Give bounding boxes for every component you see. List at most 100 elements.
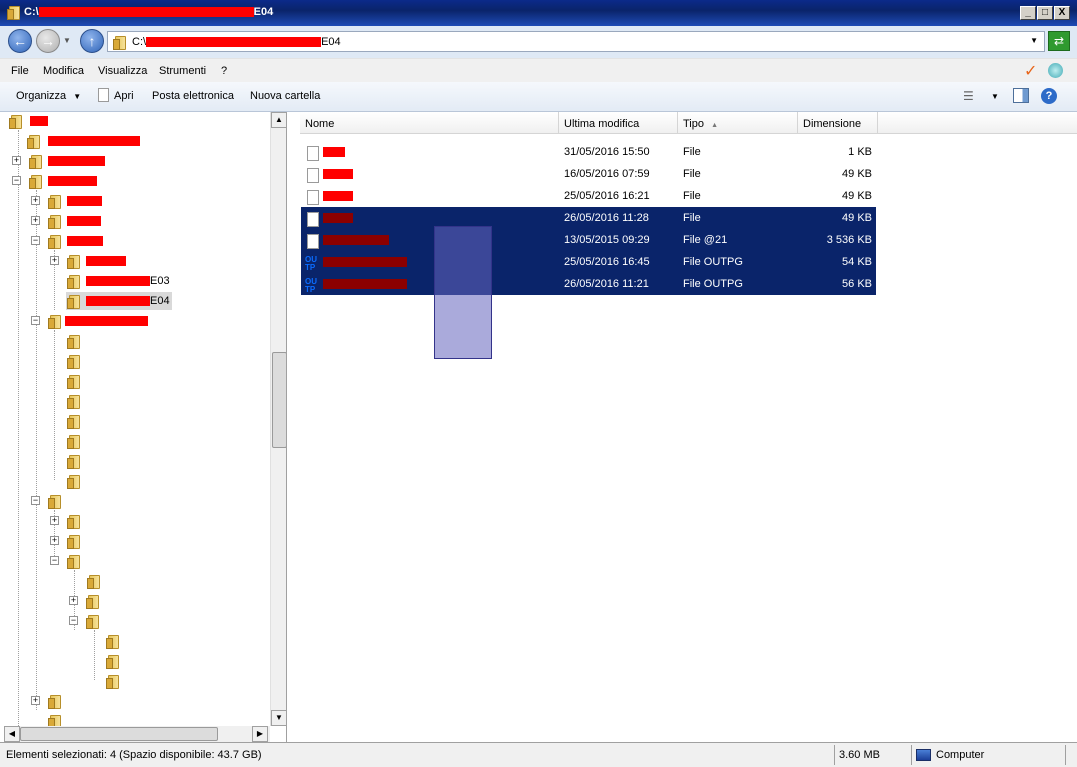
expand-icon[interactable]: + xyxy=(50,256,59,265)
expand-icon[interactable]: + xyxy=(50,536,59,545)
column-type[interactable]: Tipo ▲ xyxy=(678,112,798,134)
folder-icon xyxy=(66,554,80,569)
scroll-left-icon[interactable]: ◀ xyxy=(4,726,20,742)
expand-icon[interactable]: + xyxy=(69,596,78,605)
redacted-text xyxy=(323,191,353,201)
file-row[interactable]: 31/05/2016 15:50 File 1 KB xyxy=(301,141,876,163)
menu-strumenti[interactable]: Strumenti xyxy=(159,65,206,77)
expand-icon[interactable]: + xyxy=(12,156,21,165)
file-size: 56 KB xyxy=(842,278,872,290)
menu-visualizza[interactable]: Visualizza xyxy=(98,65,147,77)
title-bar[interactable]: C:\ E04 _ □ X xyxy=(0,0,1077,26)
file-type: File OUTPG xyxy=(683,256,743,268)
forward-button[interactable]: → xyxy=(36,29,60,53)
file-date: 25/05/2016 16:21 xyxy=(564,190,650,202)
chevron-down-icon[interactable]: ▼ xyxy=(991,92,999,101)
email-button[interactable]: Posta elettronica xyxy=(152,90,234,102)
scroll-right-icon[interactable]: ▶ xyxy=(252,726,268,742)
location-status: Computer xyxy=(936,749,985,761)
column-modified[interactable]: Ultima modifica xyxy=(559,112,678,134)
organize-label: Organizza xyxy=(16,90,67,102)
file-date: 13/05/2015 09:29 xyxy=(564,234,650,246)
menu-bar: File Modifica Visualizza Strumenti ? ✓ xyxy=(0,58,1077,82)
back-button[interactable]: ← xyxy=(8,29,32,53)
expand-icon[interactable]: + xyxy=(31,216,40,225)
help-icon[interactable]: ? xyxy=(1041,88,1057,104)
folder-icon xyxy=(66,474,80,489)
collapse-icon[interactable]: − xyxy=(31,236,40,245)
expand-icon[interactable]: + xyxy=(50,516,59,525)
up-button[interactable]: ↑ xyxy=(80,29,104,53)
file-type: File OUTPG xyxy=(683,278,743,290)
file-icon xyxy=(307,212,319,227)
folder-icon xyxy=(85,614,99,629)
file-row[interactable]: 16/05/2016 07:59 File 49 KB xyxy=(301,163,876,185)
scroll-thumb[interactable] xyxy=(272,352,286,448)
tree-item-e04[interactable]: E04 xyxy=(66,292,172,310)
redacted-text xyxy=(48,136,140,146)
collapse-icon[interactable]: − xyxy=(12,176,21,185)
file-row[interactable]: 26/05/2016 11:28 File 49 KB xyxy=(301,207,876,229)
redacted-text xyxy=(38,7,254,18)
menu-modifica[interactable]: Modifica xyxy=(43,65,84,77)
file-type: File xyxy=(683,146,701,158)
open-label: Apri xyxy=(114,90,134,102)
file-row[interactable]: OU TP 26/05/2016 11:21 File OUTPG 56 KB xyxy=(301,273,876,295)
file-icon xyxy=(307,190,319,205)
title-prefix: C:\ xyxy=(24,6,39,18)
command-bar: Organizza ▼ Apri Posta elettronica Nuova… xyxy=(0,82,1077,112)
file-size: 49 KB xyxy=(842,168,872,180)
folder-icon xyxy=(47,234,61,249)
file-type: File xyxy=(683,168,701,180)
chevron-down-icon: ▼ xyxy=(63,36,71,45)
refresh-icon: ⇄ xyxy=(1053,34,1065,48)
redacted-text xyxy=(67,196,102,206)
tree-horizontal-scrollbar[interactable]: ◀ ▶ xyxy=(4,726,270,742)
recent-pages-dropdown[interactable]: ▼ xyxy=(63,36,71,45)
column-name[interactable]: Nome xyxy=(300,112,559,134)
chevron-down-icon[interactable]: ▼ xyxy=(1030,36,1038,45)
organize-button[interactable]: Organizza ▼ xyxy=(16,90,81,102)
redacted-text xyxy=(323,235,389,245)
collapse-icon[interactable]: − xyxy=(69,616,78,625)
folder-icon xyxy=(105,654,119,669)
window-title: C:\ E04 xyxy=(24,6,273,18)
view-options-icon[interactable]: ☰ xyxy=(963,89,974,103)
scroll-down-icon[interactable]: ▼ xyxy=(271,710,286,726)
scroll-thumb[interactable] xyxy=(20,727,218,741)
collapse-icon[interactable]: − xyxy=(31,496,40,505)
menu-help[interactable]: ? xyxy=(221,65,227,77)
maximize-button[interactable]: □ xyxy=(1037,6,1053,20)
check-icon[interactable]: ✓ xyxy=(1024,61,1037,81)
preview-pane-icon[interactable] xyxy=(1013,88,1029,103)
menu-file[interactable]: File xyxy=(11,65,29,77)
globe-icon[interactable] xyxy=(1048,63,1063,78)
column-type-label: Tipo xyxy=(683,118,704,130)
folder-icon xyxy=(66,454,80,469)
address-bar[interactable]: C:\ E04 ▼ xyxy=(107,31,1045,52)
scroll-up-icon[interactable]: ▲ xyxy=(271,112,286,128)
redacted-text xyxy=(65,316,148,326)
file-list[interactable]: Nome Ultima modifica Tipo ▲ Dimensione 3… xyxy=(288,112,1077,742)
minimize-button[interactable]: _ xyxy=(1020,6,1036,20)
selection-rectangle xyxy=(434,226,492,359)
file-row[interactable]: 13/05/2015 09:29 File @21 3 536 KB xyxy=(301,229,876,251)
navigation-tree[interactable]: + − + + − + E03 E04 − − + + − + − + ▲ ▼ … xyxy=(4,112,287,742)
file-row[interactable]: OU TP 25/05/2016 16:45 File OUTPG 54 KB xyxy=(301,251,876,273)
close-button[interactable]: X xyxy=(1054,6,1070,20)
arrow-up-icon: ↑ xyxy=(88,33,96,49)
status-bar: Elementi selezionati: 4 (Spazio disponib… xyxy=(0,742,1077,767)
expand-icon[interactable]: + xyxy=(31,196,40,205)
collapse-icon[interactable]: − xyxy=(31,316,40,325)
folder-icon xyxy=(66,434,80,449)
tree-vertical-scrollbar[interactable]: ▲ ▼ xyxy=(270,112,286,726)
collapse-icon[interactable]: − xyxy=(50,556,59,565)
column-size[interactable]: Dimensione xyxy=(798,112,878,134)
file-row[interactable]: 25/05/2016 16:21 File 49 KB xyxy=(301,185,876,207)
expand-icon[interactable]: + xyxy=(31,696,40,705)
file-date: 31/05/2016 15:50 xyxy=(564,146,650,158)
folder-icon xyxy=(66,254,80,269)
open-button[interactable]: Apri xyxy=(98,87,134,102)
refresh-button[interactable]: ⇄ xyxy=(1048,31,1070,51)
new-folder-button[interactable]: Nuova cartella xyxy=(250,90,320,102)
